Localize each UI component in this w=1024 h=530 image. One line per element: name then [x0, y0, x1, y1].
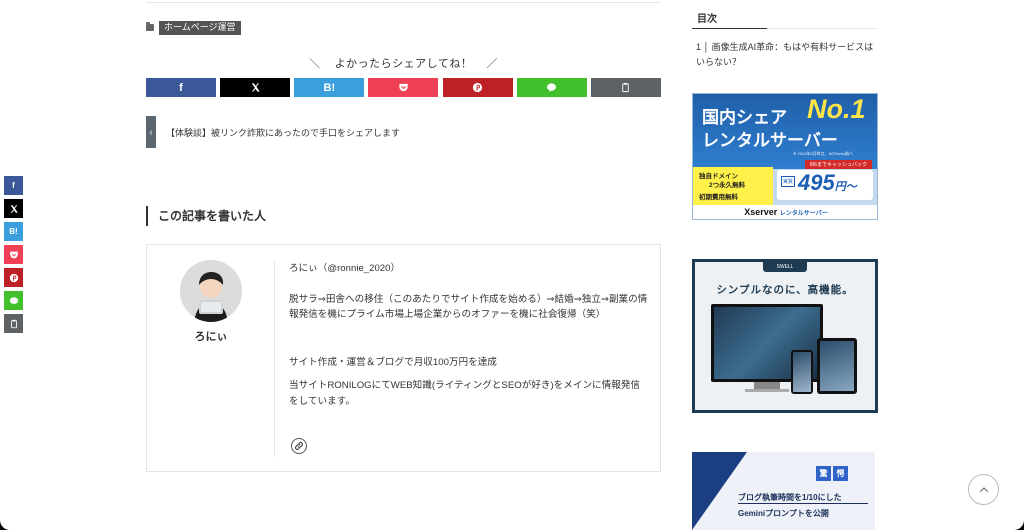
share-copy-button[interactable]	[590, 78, 661, 97]
float-line-button[interactable]	[4, 291, 23, 310]
float-x-button[interactable]	[4, 199, 23, 218]
divider	[692, 28, 877, 29]
x-icon	[10, 204, 18, 213]
author-bio-2: サイト作成・運営＆ブログで月収100万円を達成	[289, 356, 497, 368]
folder-icon	[146, 22, 154, 32]
back-to-top-button[interactable]	[968, 474, 999, 505]
chevron-up-icon	[979, 486, 988, 492]
post-category: ホームページ運営	[146, 21, 241, 35]
line-icon	[9, 296, 18, 304]
share-pocket-button[interactable]	[368, 78, 439, 97]
swell-tagline: シンプルなのに、高機能。	[716, 284, 854, 296]
ad-note: ※ 2024年5月時点、W3Techs調べ	[793, 151, 854, 156]
float-pocket-button[interactable]	[4, 245, 23, 264]
toc-item[interactable]: 1 │ 画像生成AI革命：もはや有料サービスはいらない？	[696, 40, 876, 70]
share-hatena-button[interactable]: B!	[294, 78, 365, 97]
ad-features: 独自ドメイン 2つ永久無料 初期費用無料	[693, 167, 773, 205]
share-heading: ＼ よかったらシェアしてね！ ／	[146, 55, 661, 71]
swell-ad-banner[interactable]: SWELL シンプルなのに、高機能。	[692, 259, 878, 413]
share-buttons: f B!	[146, 78, 661, 97]
float-facebook-button[interactable]: f	[4, 176, 23, 195]
facebook-icon: f	[12, 181, 15, 190]
facebook-icon: f	[179, 81, 183, 94]
toc-item-text: 画像生成AI革命：もはや有料サービスはいらない？	[696, 42, 874, 67]
share-heading-text: よかったらシェアしてね！	[334, 58, 473, 70]
prev-post-title: 【体験談】被リンク詐欺にあったので手口をシェアします	[166, 127, 401, 138]
ad-brand: Xserver レンタルサーバー	[693, 205, 877, 219]
share-x-button[interactable]	[220, 78, 291, 97]
pinterest-icon	[473, 82, 483, 93]
ad-headline-2: レンタルサーバー	[702, 131, 838, 150]
copy-icon	[622, 82, 630, 93]
gemini-line-1: ブログ執筆時間を1/10にした	[738, 493, 842, 502]
float-hatena-button[interactable]: B!	[4, 222, 23, 241]
ad-price: 495円〜	[798, 170, 857, 195]
phone-image	[791, 350, 813, 394]
author-bio-3: 当サイトRONILOGにてWEB知識(ライティングとSEOが好き)をメインに情報…	[289, 380, 641, 407]
hatena-icon: B!	[323, 81, 336, 94]
category-tag[interactable]: ホームページ運営	[159, 21, 241, 35]
divider	[146, 2, 661, 3]
author-section-title: この記事を書いた人	[146, 206, 266, 226]
slash-left: ＼	[309, 58, 321, 70]
ad-campaign: 8/6までキャッシュバック	[805, 160, 872, 169]
share-facebook-button[interactable]: f	[146, 78, 216, 97]
float-copy-button[interactable]	[4, 314, 23, 333]
share-pinterest-button[interactable]	[442, 78, 513, 97]
hatena-icon: B!	[9, 227, 18, 236]
slash-right: ／	[486, 58, 498, 70]
gemini-badge: 驚愕	[816, 466, 848, 481]
copy-icon	[10, 319, 17, 328]
ad-price-tag: 実質	[781, 176, 796, 187]
pocket-icon	[9, 251, 18, 258]
ad-no1: No.1	[807, 94, 866, 124]
float-pinterest-button[interactable]	[4, 268, 23, 287]
page: ホームページ運営 ＼ よかったらシェアしてね！ ／ f B! ‹ 【体験談】被リンク…	[0, 0, 1024, 530]
author-handle: ろにぃ（@ronnie_2020）	[289, 263, 401, 274]
avatar	[180, 260, 242, 322]
x-icon	[251, 83, 260, 92]
ad-feature-1b: 2つ永久無料	[709, 182, 746, 189]
pinterest-icon	[9, 273, 18, 282]
pocket-icon	[399, 83, 408, 92]
author-bio-1: 脱サラ⇒田舎への移住（このあたりでサイト作成を始める）⇒結婚⇒独立⇒副業の情報発…	[289, 293, 648, 321]
link-icon[interactable]	[291, 438, 307, 454]
chevron-left-icon: ‹	[146, 116, 156, 148]
gemini-line-2: Geminiプロンプトを公開	[738, 509, 829, 518]
ad-feature-2: 初期費用無料	[699, 194, 738, 201]
gemini-ad-banner[interactable]: 驚愕 ブログ執筆時間を1/10にした Geminiプロンプトを公開	[692, 452, 875, 530]
line-icon	[547, 83, 557, 93]
prev-post-link[interactable]: ‹ 【体験談】被リンク詐欺にあったので手口をシェアします	[146, 116, 661, 148]
tablet-image	[817, 338, 857, 394]
author-name: ろにぃ	[194, 331, 228, 343]
share-line-button[interactable]	[516, 78, 587, 97]
floating-share-bar: f B!	[4, 176, 23, 333]
author-bio: ろにぃ（@ronnie_2020） 脱サラ⇒田舎への移住（このあたりでサイト作成…	[289, 261, 649, 409]
toc-item-number: 1	[696, 42, 702, 52]
toc-title: 目次	[697, 14, 717, 25]
author-box: ろにぃ ろにぃ（@ronnie_2020） 脱サラ⇒田舎への移住（このあたりでサ…	[146, 244, 661, 472]
divider	[274, 261, 275, 457]
ad-headline: 国内シェア	[702, 108, 787, 127]
swell-logo: SWELL	[763, 262, 807, 272]
xserver-ad-banner[interactable]: 国内シェア No.1 レンタルサーバー ※ 2024年5月時点、W3Techs調…	[692, 93, 878, 220]
